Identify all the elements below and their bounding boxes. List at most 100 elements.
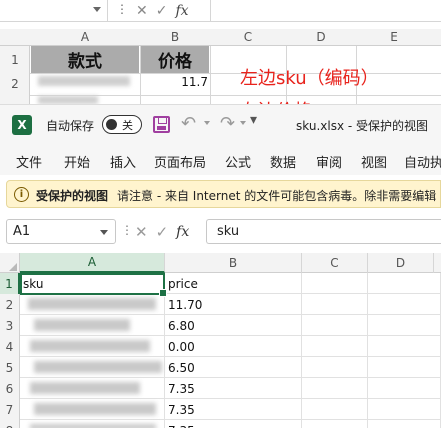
column-header-a[interactable]: A: [20, 253, 165, 273]
function-icon[interactable]: fx: [176, 224, 189, 240]
column-header-c[interactable]: C: [302, 253, 368, 273]
excel-app-icon: X: [12, 115, 36, 135]
active-cell-selection[interactable]: [20, 273, 167, 297]
protected-view-bar: i 受保护的视图 请注意 - 来自 Internet 的文件可能包含病毒。除非需…: [6, 180, 441, 208]
confirm-icon[interactable]: ✓: [156, 3, 168, 19]
chevron-down-icon[interactable]: [100, 230, 108, 235]
tab-view[interactable]: 视图: [361, 152, 387, 171]
protected-view-title: 受保护的视图: [36, 189, 109, 203]
tab-review[interactable]: 审阅: [316, 152, 342, 171]
cell-d[interactable]: [368, 399, 441, 420]
cancel-icon[interactable]: ✕: [136, 3, 148, 19]
tab-formulas[interactable]: 公式: [225, 152, 251, 171]
top-col-b[interactable]: B: [140, 30, 210, 44]
cell-b[interactable]: 7.35: [165, 378, 302, 399]
tab-automate[interactable]: 自动执: [404, 152, 441, 171]
cell-d[interactable]: [368, 357, 441, 378]
window-title: sku.xlsx - 受保护的视图: [296, 119, 429, 133]
top-col-c[interactable]: C: [210, 30, 286, 44]
cell-c[interactable]: [302, 336, 368, 357]
row-header[interactable]: 1: [0, 273, 20, 294]
function-icon[interactable]: fx: [175, 3, 188, 19]
row-header[interactable]: 7: [0, 399, 20, 420]
cell-b[interactable]: 11.70: [165, 294, 302, 315]
cell-c[interactable]: [302, 315, 368, 336]
row-header[interactable]: 2: [0, 294, 20, 315]
info-icon: i: [14, 187, 29, 202]
name-box-value: A1: [13, 224, 31, 239]
blurred-sku: [28, 298, 156, 310]
row-header[interactable]: 6: [0, 378, 20, 399]
cell-d[interactable]: [368, 315, 441, 336]
tab-home[interactable]: 开始: [64, 152, 90, 171]
top-column-headers: A B C D E: [0, 29, 441, 46]
row-header[interactable]: 5: [0, 357, 20, 378]
tab-insert[interactable]: 插入: [110, 152, 136, 171]
formula-icons: ✕ ✓ fx: [131, 219, 203, 244]
confirm-icon[interactable]: ✓: [156, 223, 169, 241]
cell-d[interactable]: [368, 273, 441, 294]
cell-d[interactable]: [368, 378, 441, 399]
annotation-line-1: 左边sku（编码）: [240, 68, 379, 89]
cell-d[interactable]: [368, 420, 441, 428]
header-style-cell[interactable]: 款式: [31, 46, 139, 73]
top-row-1[interactable]: 1: [0, 53, 30, 67]
autosave-toggle[interactable]: 关: [102, 115, 142, 134]
cell-c[interactable]: [302, 420, 368, 428]
top-col-a[interactable]: A: [30, 30, 140, 44]
top-col-d[interactable]: D: [286, 30, 356, 44]
cancel-icon[interactable]: ✕: [135, 223, 148, 241]
column-header-d[interactable]: D: [368, 253, 434, 273]
cell-b[interactable]: 7.35: [165, 420, 302, 428]
cell-c[interactable]: [302, 399, 368, 420]
redo-dropdown-icon[interactable]: [240, 121, 246, 125]
blurred-sku: [34, 319, 130, 331]
select-all-button[interactable]: [0, 253, 20, 273]
row-header[interactable]: 4: [0, 336, 20, 357]
cell-c[interactable]: [302, 273, 368, 294]
cell-c[interactable]: [302, 357, 368, 378]
row-header[interactable]: 8: [0, 420, 20, 428]
save-icon[interactable]: [153, 116, 170, 133]
undo-icon[interactable]: ↶: [181, 113, 196, 134]
excel-window: X 自动保存 关 ↶ ↷ ▾ sku.xlsx - 受保护的视图 文件 开始 插…: [0, 104, 441, 428]
top-formula-bar: ⋮ ✕ ✓ fx: [0, 0, 441, 22]
top-price-value[interactable]: 11.7: [140, 75, 210, 89]
blurred-sku: [34, 361, 162, 373]
toggle-knob: [106, 119, 117, 130]
name-box[interactable]: A1: [6, 219, 116, 244]
undo-dropdown-icon[interactable]: [204, 121, 210, 125]
blurred-sku: [30, 424, 156, 428]
spreadsheet-grid: A B C D 1 sku price 2 11.70 3 6.80 4 0.0…: [0, 253, 441, 428]
cell-b[interactable]: 7.35: [165, 399, 302, 420]
top-name-box[interactable]: [0, 0, 108, 22]
top-formula-input[interactable]: [210, 0, 441, 22]
top-row-2[interactable]: 2: [0, 77, 30, 91]
more-dots-icon: ⋮: [116, 2, 128, 16]
blurred-sku: [30, 382, 140, 394]
header-price-cell[interactable]: 价格: [141, 46, 209, 73]
customize-toolbar-icon[interactable]: ▾: [250, 112, 257, 128]
cell-d[interactable]: [368, 336, 441, 357]
autosave-label: 自动保存: [46, 119, 95, 133]
column-header-b[interactable]: B: [165, 253, 302, 273]
cell-b[interactable]: 0.00: [165, 336, 302, 357]
tab-data[interactable]: 数据: [270, 152, 296, 171]
cell-b[interactable]: 6.80: [165, 315, 302, 336]
top-col-e[interactable]: E: [356, 30, 432, 44]
tab-file[interactable]: 文件: [16, 152, 42, 171]
cell-c[interactable]: [302, 294, 368, 315]
cell-b[interactable]: 6.50: [165, 357, 302, 378]
blurred-sku: [30, 340, 150, 352]
top-row-headers: 1 2: [0, 46, 30, 104]
tab-page-layout[interactable]: 页面布局: [154, 152, 206, 171]
row-header[interactable]: 3: [0, 315, 20, 336]
cell-b[interactable]: price: [165, 273, 302, 294]
cell-d[interactable]: [368, 294, 441, 315]
cell-c[interactable]: [302, 378, 368, 399]
formula-input[interactable]: sku: [206, 219, 441, 244]
chevron-down-icon[interactable]: [93, 7, 101, 12]
redo-icon[interactable]: ↷: [220, 113, 235, 134]
formula-input-value: sku: [217, 224, 240, 239]
blurred-sku: [38, 76, 130, 86]
